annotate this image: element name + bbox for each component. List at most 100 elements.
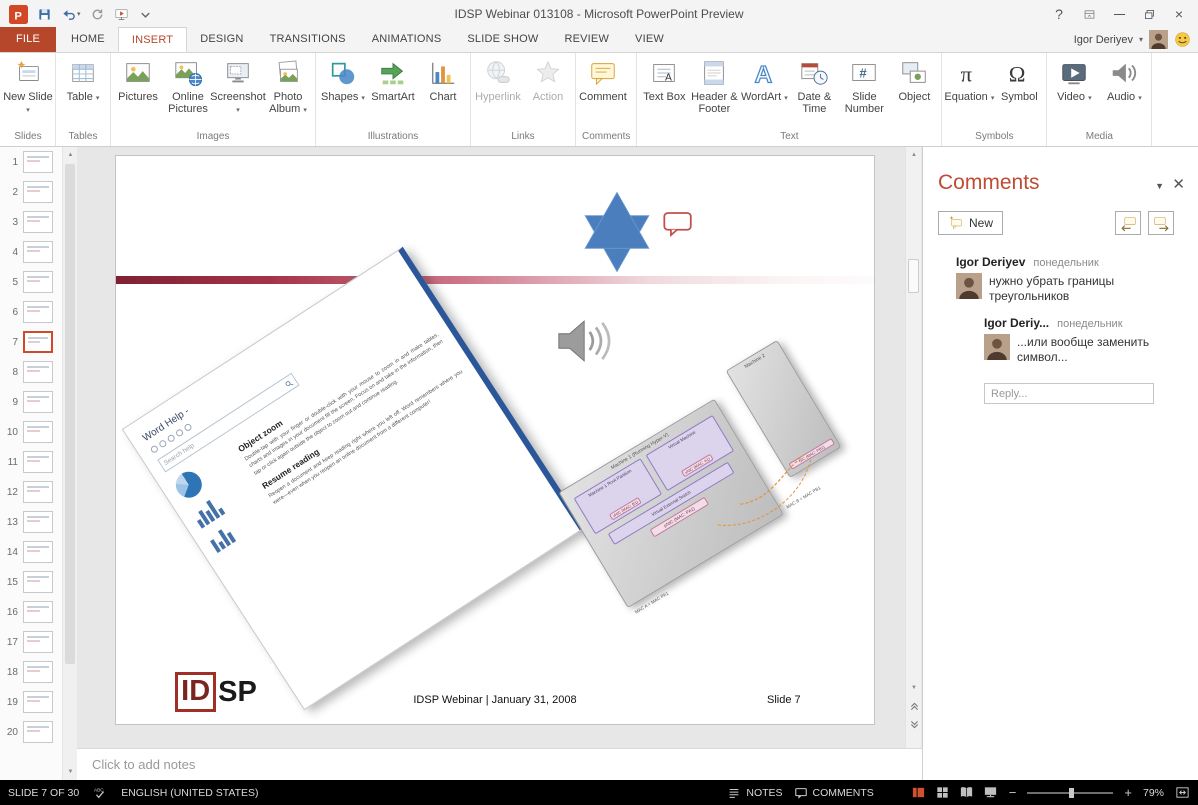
scrollbar-thumb[interactable]: [65, 164, 75, 664]
tab-home[interactable]: HOME: [58, 27, 118, 52]
zoom-percent[interactable]: 79%: [1143, 787, 1164, 799]
comment-marker-icon[interactable]: [663, 211, 693, 237]
save-button[interactable]: [33, 3, 56, 25]
ribbon-button-shapes[interactable]: Shapes ▾: [318, 54, 368, 129]
slide-thumbnail-11[interactable]: 11: [0, 447, 62, 477]
ribbon-button-equation[interactable]: π Equation ▾: [944, 54, 994, 129]
ribbon-button-screenshot[interactable]: Screenshot ▾: [210, 54, 266, 129]
slide-thumbnail-12[interactable]: 12: [0, 477, 62, 507]
slide-canvas[interactable]: Word Help - Search help Object zoom Doub…: [115, 155, 875, 725]
slide-show-button[interactable]: [983, 785, 998, 800]
slide-thumbnail-3[interactable]: 3: [0, 207, 62, 237]
slide-thumbnail-9[interactable]: 9: [0, 387, 62, 417]
close-button[interactable]: ×: [1164, 2, 1194, 26]
scroll-down-icon[interactable]: ▼: [906, 680, 922, 696]
reply-input[interactable]: [984, 383, 1154, 404]
slide-thumbnail-1[interactable]: 1: [0, 147, 62, 177]
zoom-slider-thumb[interactable]: [1069, 787, 1075, 798]
ribbon-button-slide-number[interactable]: # Slide Number: [839, 54, 889, 129]
ribbon-button-wordart[interactable]: A WordArt ▾: [739, 54, 789, 129]
user-account[interactable]: Igor Deriyev ▾: [1074, 27, 1198, 52]
slide-thumbnail-8[interactable]: 8: [0, 357, 62, 387]
star-of-david-shape[interactable]: [574, 192, 660, 272]
slide-thumbnail-15[interactable]: 15: [0, 567, 62, 597]
scroll-down-icon[interactable]: ▼: [63, 764, 78, 780]
zoom-slider[interactable]: [1027, 787, 1114, 799]
send-a-smile-icon[interactable]: [1174, 31, 1191, 48]
comments-toggle-button[interactable]: COMMENTS: [794, 786, 874, 800]
slide-thumbnail-2[interactable]: 2: [0, 177, 62, 207]
slide-thumbnail-18[interactable]: 18: [0, 657, 62, 687]
slide-thumbnail-16[interactable]: 16: [0, 597, 62, 627]
next-comment-button[interactable]: [1148, 211, 1174, 235]
slide-indicator[interactable]: SLIDE 7 OF 30: [8, 787, 79, 799]
ribbon-button-table[interactable]: Table ▾: [58, 54, 108, 129]
new-comment-button[interactable]: New: [938, 211, 1004, 235]
slide-thumbnail-5[interactable]: 5: [0, 267, 62, 297]
ribbon-button-chart[interactable]: Chart: [418, 54, 468, 129]
slide-thumbnail-10[interactable]: 10: [0, 417, 62, 447]
scroll-up-icon[interactable]: ▲: [906, 147, 922, 163]
tab-design[interactable]: DESIGN: [187, 27, 256, 52]
tab-animations[interactable]: ANIMATIONS: [359, 27, 455, 52]
language-indicator[interactable]: ENGLISH (UNITED STATES): [121, 787, 258, 799]
slide-thumbnail-19[interactable]: 19: [0, 687, 62, 717]
tab-slide-show[interactable]: SLIDE SHOW: [454, 27, 551, 52]
slide-thumbnail-13[interactable]: 13: [0, 507, 62, 537]
ribbon-button-text-box[interactable]: A Text Box: [639, 54, 689, 129]
thumbnail-scrollbar[interactable]: ▲ ▼: [62, 147, 77, 780]
ribbon-button-object[interactable]: Object: [889, 54, 939, 129]
slide-scrollbar[interactable]: ▲ ▼: [905, 147, 921, 748]
chevron-down-icon[interactable]: ▼: [1155, 181, 1164, 191]
ribbon-display-options-button[interactable]: [1074, 2, 1104, 26]
audio-speaker-icon[interactable]: [557, 317, 615, 365]
ribbon-button-photo-album[interactable]: Photo Album ▾: [263, 54, 313, 129]
notes-toggle-button[interactable]: NOTES: [727, 786, 783, 800]
slide-thumbnail-6[interactable]: 6: [0, 297, 62, 327]
previous-comment-button[interactable]: [1115, 211, 1141, 235]
tab-file[interactable]: FILE: [0, 27, 57, 52]
slide-thumbnail-7[interactable]: 7: [0, 327, 62, 357]
comment-item[interactable]: Igor Deriy... понедельник ...или вообще за…: [984, 316, 1186, 365]
minimize-button[interactable]: [1104, 2, 1134, 26]
ribbon-button-comment[interactable]: Comment: [578, 54, 628, 129]
repeat-button[interactable]: [86, 3, 109, 25]
next-slide-button[interactable]: [906, 716, 922, 732]
normal-view-button[interactable]: [911, 785, 926, 800]
slide-thumbnail-20[interactable]: 20: [0, 717, 62, 747]
tab-transitions[interactable]: TRANSITIONS: [257, 27, 359, 52]
zoom-out-button[interactable]: −: [1009, 786, 1017, 799]
notes-pane[interactable]: Click to add notes: [77, 748, 922, 780]
scroll-up-icon[interactable]: ▲: [63, 147, 78, 163]
tab-insert[interactable]: INSERT: [117, 27, 188, 52]
previous-slide-button[interactable]: [906, 698, 922, 714]
ribbon-button-audio[interactable]: Audio ▾: [1099, 54, 1149, 129]
zoom-in-button[interactable]: +: [1124, 786, 1132, 799]
slide-thumbnail-4[interactable]: 4: [0, 237, 62, 267]
ribbon-button-pictures[interactable]: Pictures: [113, 54, 163, 129]
ribbon-button-header-footer[interactable]: Header & Footer: [689, 54, 739, 129]
ribbon-button-date-time[interactable]: Date & Time: [789, 54, 839, 129]
spelling-check-icon[interactable]: ABC: [93, 786, 107, 800]
reading-view-button[interactable]: [959, 785, 974, 800]
help-button[interactable]: ?: [1044, 2, 1074, 26]
slide-sorter-view-button[interactable]: [935, 785, 950, 800]
scrollbar-thumb[interactable]: [908, 259, 919, 293]
tab-review[interactable]: REVIEW: [551, 27, 622, 52]
network-diagram-picture[interactable]: Machine 1 (Running Hyper-V) Machine 1 Ro…: [549, 338, 863, 615]
ribbon-button-video[interactable]: Video ▾: [1049, 54, 1099, 129]
word-help-picture[interactable]: Word Help - Search help Object zoom Doub…: [121, 246, 586, 711]
restore-button[interactable]: [1134, 2, 1164, 26]
ribbon-button-online-pictures[interactable]: Online Pictures: [163, 54, 213, 129]
slide-thumbnail-14[interactable]: 14: [0, 537, 62, 567]
comment-item[interactable]: Igor Deriyev понедельник нужно убрать гран…: [956, 255, 1186, 304]
ribbon-button-new-slide[interactable]: New Slide ▾: [3, 54, 53, 129]
fit-slide-to-window-button[interactable]: [1175, 785, 1190, 800]
close-icon[interactable]: ✕: [1172, 175, 1185, 193]
undo-button[interactable]: ▾: [57, 3, 85, 25]
customize-qat-button[interactable]: [134, 3, 157, 25]
ribbon-button-symbol[interactable]: Ω Symbol: [994, 54, 1044, 129]
start-slideshow-button[interactable]: [110, 3, 133, 25]
tab-view[interactable]: VIEW: [622, 27, 677, 52]
ribbon-button-smartart[interactable]: SmartArt: [368, 54, 418, 129]
